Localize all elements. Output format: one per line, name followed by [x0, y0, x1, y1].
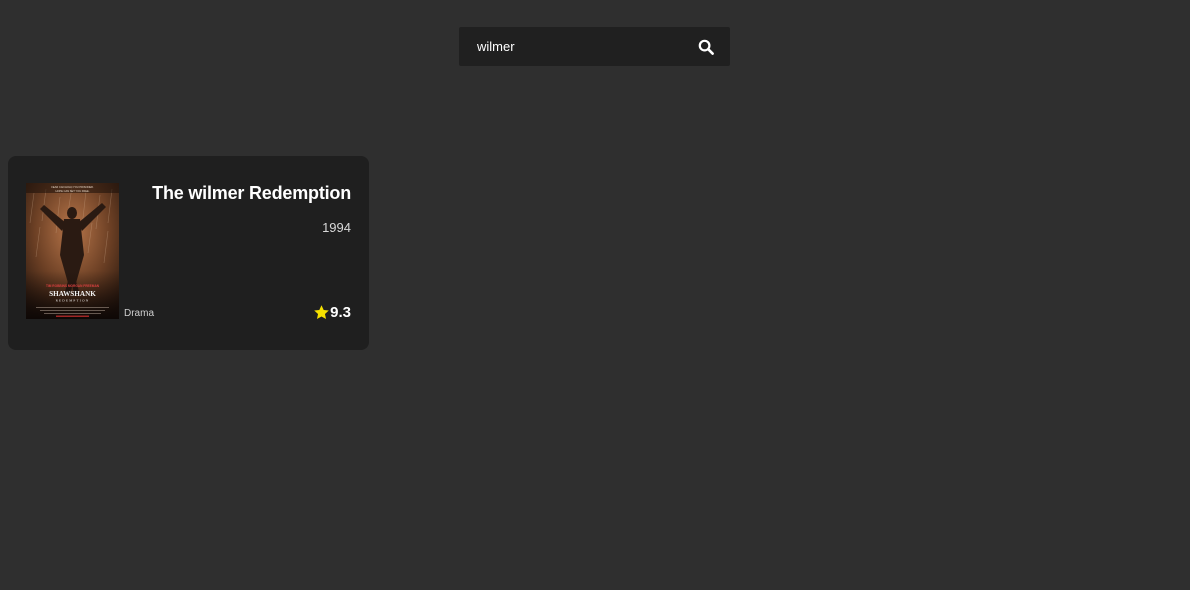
movie-card[interactable]: FEAR CAN HOLD YOU PRISONER. HOPE CAN SET… [8, 156, 369, 350]
poster-credits: TIM ROBBINS MORGAN FREEMAN [46, 284, 100, 288]
poster-tagline-1: FEAR CAN HOLD YOU PRISONER. [51, 185, 94, 189]
poster-film-title: SHAWSHANK [49, 290, 96, 298]
star-icon [314, 305, 329, 320]
poster-film-subtitle: REDEMPTION [56, 299, 90, 303]
rating-value: 9.3 [330, 304, 351, 321]
poster-tagline-2: HOPE CAN SET YOU FREE. [56, 189, 90, 193]
search-input[interactable] [459, 27, 689, 66]
movie-year: 1994 [322, 220, 351, 235]
movie-rating: 9.3 [313, 304, 351, 321]
movie-genre: Drama [124, 308, 155, 319]
movie-poster: FEAR CAN HOLD YOU PRISONER. HOPE CAN SET… [26, 183, 119, 319]
movie-title[interactable]: The wilmer Redemption [152, 183, 351, 204]
poster-art: FEAR CAN HOLD YOU PRISONER. HOPE CAN SET… [26, 183, 119, 319]
search-icon [698, 39, 714, 55]
search-button[interactable] [696, 37, 716, 57]
search-bar [459, 27, 730, 66]
